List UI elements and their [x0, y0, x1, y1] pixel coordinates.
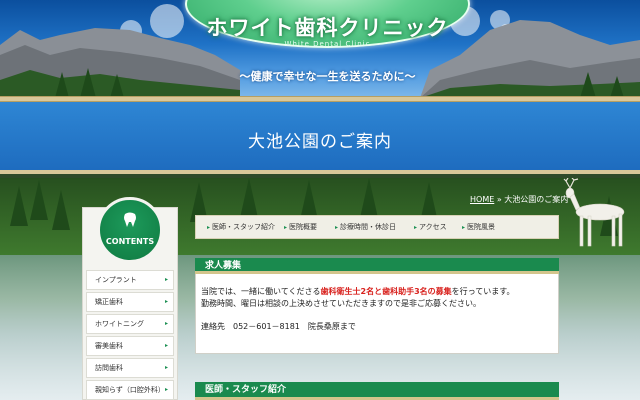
tree-decoration — [30, 180, 48, 220]
recruit-text-line-2: 勤務時間、曜日は相談の上決めさせていただきますので是非ご応募ください。 — [201, 299, 481, 308]
recruit-highlight: 歯科衛生士2名と歯科助手3名の募集 — [320, 287, 452, 296]
breadcrumb-home-link[interactable]: HOME — [470, 195, 494, 204]
nav-item-label: 医師・スタッフ紹介 — [212, 223, 276, 231]
tree-decoration — [10, 186, 28, 226]
tree-decoration — [300, 180, 318, 220]
tree-decoration — [360, 178, 378, 218]
sidebar-item-label: 訪問歯科 — [95, 364, 123, 372]
chevron-right-icon: ▸ — [414, 224, 418, 231]
nav-item-gallery[interactable]: ▸ 医院風景 — [462, 218, 495, 236]
contents-badge — [97, 197, 163, 263]
sidebar-item-label: 矯正歯科 — [95, 298, 123, 306]
logo-title[interactable]: ホワイト歯科クリニック — [185, 12, 470, 42]
nav-item-hours[interactable]: ▸ 診療時間・休診日 — [335, 218, 396, 236]
sidebar-item-cosmetic[interactable]: 審美歯科 ▸ — [86, 336, 174, 356]
sidebar-item-implant[interactable]: インプラント ▸ — [86, 270, 174, 290]
chevron-right-icon: ▸ — [164, 342, 168, 349]
sidebar-item-orthodontics[interactable]: 矯正歯科 ▸ — [86, 292, 174, 312]
tree-decoration — [240, 178, 258, 218]
recruit-text: 当院では、一緒に働いてくださる — [201, 287, 321, 296]
recruit-heading: 求人募集 — [195, 258, 559, 274]
sidebar-heading: CONTENTS — [105, 237, 155, 246]
nav-item-access[interactable]: ▸ アクセス — [414, 218, 447, 236]
nav-item-label: 診療時間・休診日 — [340, 223, 397, 231]
tree-decoration — [52, 190, 70, 230]
chevron-right-icon: ▸ — [462, 224, 466, 231]
sidebar-item-wisdom-tooth[interactable]: 親知らず（口腔外科） ▸ — [86, 380, 174, 400]
chevron-right-icon: ▸ — [207, 224, 211, 231]
nav-item-overview[interactable]: ▸ 医院概要 — [284, 218, 317, 236]
site-header: ホワイト歯科クリニック White Dental Clinic ～健康で幸せな一… — [0, 0, 640, 98]
nav-item-label: 医院風景 — [467, 223, 496, 231]
chevron-right-icon: ▸ — [164, 320, 168, 327]
nav-item-staff[interactable]: ▸ 医師・スタッフ紹介 — [207, 218, 275, 236]
chevron-right-icon: ▸ — [164, 276, 168, 283]
sidebar-item-label: ホワイトニング — [95, 320, 144, 328]
chevron-right-icon: ▸ — [284, 224, 288, 231]
tooth-icon — [124, 212, 136, 227]
header-tagline: ～健康で幸せな一生を送るために～ — [239, 70, 416, 83]
breadcrumb-separator: » — [496, 195, 502, 204]
breadcrumb-current: 大池公園のご案内 — [504, 195, 569, 204]
staff-heading: 医師・スタッフ紹介 — [195, 382, 559, 400]
chevron-right-icon: ▸ — [164, 298, 168, 305]
nav-item-label: アクセス — [419, 223, 447, 231]
chevron-right-icon: ▸ — [164, 386, 168, 393]
recruit-contact: 連絡先 052－601－8181 院長桑原まで — [201, 322, 356, 331]
chevron-right-icon: ▸ — [335, 224, 339, 231]
recruit-text-line-1: 当院では、一緒に働いてくださる歯科衛生士2名と歯科助手3名の募集を行っています。 — [201, 286, 514, 297]
sidebar-item-label: インプラント — [95, 276, 137, 284]
sidebar-item-home-visit[interactable]: 訪問歯科 ▸ — [86, 358, 174, 378]
deer-illustration — [563, 178, 625, 247]
sidebar-item-whitening[interactable]: ホワイトニング ▸ — [86, 314, 174, 334]
sidebar-item-label: 審美歯科 — [95, 342, 123, 350]
recruit-text: を行っています。 — [451, 287, 515, 296]
sidebar-item-label: 親知らず（口腔外科） — [95, 386, 165, 394]
logo-subtitle: White Dental Clinic — [284, 40, 371, 48]
page-title: 大池公園のご案内 — [248, 132, 392, 152]
chevron-right-icon: ▸ — [164, 364, 168, 371]
breadcrumb: HOME » 大池公園のご案内 — [470, 194, 568, 205]
nav-item-label: 医院概要 — [289, 223, 318, 231]
